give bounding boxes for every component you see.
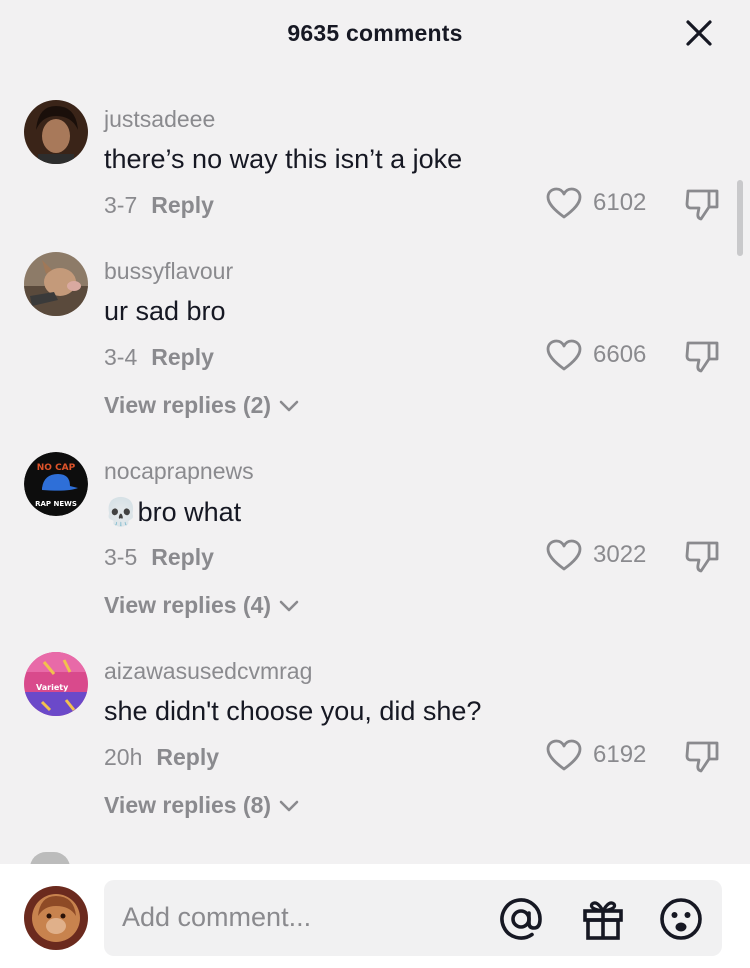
emoji-icon[interactable]	[658, 896, 704, 942]
close-button[interactable]	[684, 18, 714, 48]
close-icon[interactable]	[684, 18, 714, 48]
view-replies-button[interactable]: View replies (4)	[104, 592, 299, 619]
like-count: 6192	[593, 741, 647, 768]
reply-button[interactable]: Reply	[151, 344, 214, 370]
view-replies-label[interactable]: View replies (2)	[104, 392, 271, 419]
comment-text-body: bro what	[137, 497, 242, 527]
like-count: 6606	[593, 341, 647, 368]
comment-username[interactable]: nocaprapnews	[104, 458, 254, 485]
heart-icon[interactable]	[545, 738, 583, 772]
heart-icon[interactable]	[545, 186, 583, 220]
comment-meta: 3-7 Reply	[104, 192, 214, 219]
like-button[interactable]: 6192	[545, 738, 646, 772]
heart-icon[interactable]	[545, 338, 583, 372]
thumbs-down-icon[interactable]	[684, 186, 720, 222]
reply-button[interactable]: Reply	[151, 544, 214, 570]
like-button[interactable]: 6102	[545, 186, 646, 220]
chevron-down-icon	[279, 800, 299, 811]
dislike-button[interactable]	[684, 338, 720, 374]
reply-button[interactable]: Reply	[156, 744, 219, 770]
dislike-button[interactable]	[684, 738, 720, 774]
like-button[interactable]: 6606	[545, 338, 646, 372]
comment-date: 3-7	[104, 192, 138, 218]
nocap-badge-top: NO CAP	[37, 463, 76, 473]
comment-text: there’s no way this isn’t a joke	[104, 144, 463, 174]
current-user-avatar[interactable]	[24, 886, 88, 950]
comment-date: 3-5	[104, 544, 138, 570]
comment-date: 20h	[104, 744, 143, 770]
comment-username[interactable]: bussyflavour	[104, 258, 233, 285]
view-replies-label[interactable]: View replies (8)	[104, 792, 271, 819]
like-count: 3022	[593, 541, 647, 568]
chevron-down-icon	[279, 400, 299, 411]
heart-icon[interactable]	[545, 538, 583, 572]
variety-badge: Variety	[36, 683, 69, 692]
view-replies-button[interactable]: View replies (8)	[104, 792, 299, 819]
like-button[interactable]: 3022	[545, 538, 646, 572]
nocap-badge-bottom: RAP NEWS	[35, 500, 77, 508]
next-comment-avatar-partial	[30, 852, 70, 864]
comment-list[interactable]: 9635 comments justsadeee there’s no way …	[0, 0, 750, 864]
skull-emoji: 💀	[104, 497, 138, 528]
view-replies-label[interactable]: View replies (4)	[104, 592, 271, 619]
comment-input-placeholder[interactable]: Add comment...	[122, 902, 311, 933]
chevron-down-icon	[279, 600, 299, 611]
comments-count-title: 9635 comments	[287, 20, 463, 46]
avatar[interactable]: Variety	[24, 652, 88, 716]
comment-text: 💀bro what	[104, 496, 241, 528]
comments-header: 9635 comments	[0, 0, 750, 70]
gift-button[interactable]	[580, 896, 626, 942]
comment-meta: 3-5 Reply	[104, 544, 214, 571]
mention-button[interactable]	[498, 896, 544, 942]
comment-meta: 20h Reply	[104, 744, 219, 771]
avatar[interactable]: NO CAP RAP NEWS	[24, 452, 88, 516]
dislike-button[interactable]	[684, 538, 720, 574]
view-replies-button[interactable]: View replies (2)	[104, 392, 299, 419]
comment-username[interactable]: aizawasusedcvmrag	[104, 658, 312, 685]
gift-icon[interactable]	[580, 896, 626, 942]
comment-meta: 3-4 Reply	[104, 344, 214, 371]
thumbs-down-icon[interactable]	[684, 538, 720, 574]
thumbs-down-icon[interactable]	[684, 738, 720, 774]
comment-composer: Add comment...	[0, 864, 750, 968]
comment-text: she didn't choose you, did she?	[104, 696, 482, 726]
scrollbar[interactable]	[737, 180, 743, 256]
at-mention-icon[interactable]	[498, 896, 544, 942]
avatar[interactable]	[24, 252, 88, 316]
comment-input[interactable]: Add comment...	[104, 880, 722, 956]
dislike-button[interactable]	[684, 186, 720, 222]
like-count: 6102	[593, 189, 647, 216]
comment-username[interactable]: justsadeee	[104, 106, 215, 133]
reply-button[interactable]: Reply	[151, 192, 214, 218]
emoji-button[interactable]	[658, 896, 704, 942]
comment-text: ur sad bro	[104, 296, 226, 326]
avatar[interactable]	[24, 100, 88, 164]
thumbs-down-icon[interactable]	[684, 338, 720, 374]
comment-date: 3-4	[104, 344, 138, 370]
